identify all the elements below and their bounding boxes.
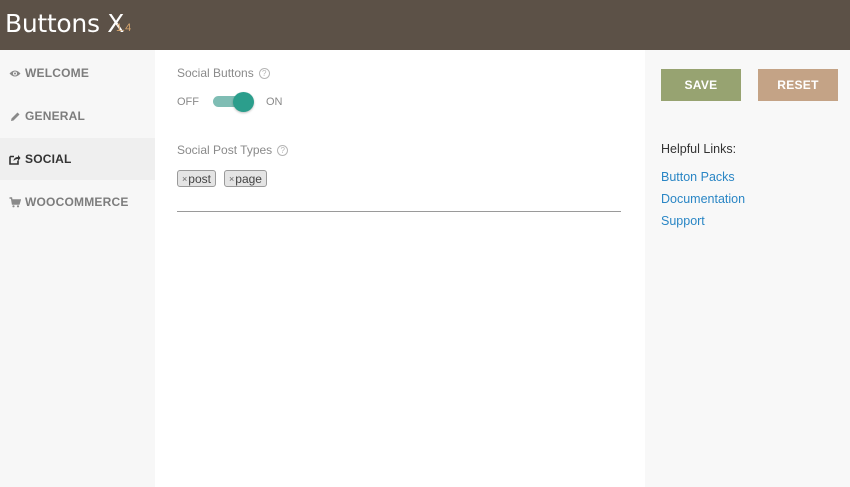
eye-icon: [8, 66, 22, 80]
app-title: Buttons X: [5, 9, 125, 38]
post-type-tag: × page: [224, 170, 267, 187]
link-support[interactable]: Support: [661, 214, 705, 228]
tag-label: page: [235, 171, 262, 186]
toggle-knob[interactable]: [233, 92, 254, 112]
toggle-off-label: OFF: [177, 96, 199, 108]
sidebar-item-label: WELCOME: [25, 66, 90, 80]
pencil-icon: [8, 109, 22, 123]
help-icon[interactable]: ?: [258, 68, 270, 79]
reset-button[interactable]: RESET: [758, 69, 838, 101]
remove-tag-icon[interactable]: ×: [229, 174, 234, 184]
top-bar: Buttons X 1.4: [0, 0, 850, 50]
help-icon[interactable]: ?: [277, 145, 289, 156]
save-button[interactable]: SAVE: [661, 69, 741, 101]
post-types-field-label: Social Post Types?: [177, 143, 289, 157]
sidebar-item-social[interactable]: SOCIAL: [0, 138, 155, 180]
sidebar-item-woocommerce[interactable]: WOOCOMMERCE: [0, 181, 155, 223]
app-version: 1.4: [116, 22, 132, 34]
post-types-input[interactable]: [177, 211, 621, 212]
sidebar-item-general[interactable]: GENERAL: [0, 95, 155, 137]
link-documentation[interactable]: Documentation: [661, 192, 745, 206]
post-type-tag: × post: [177, 170, 216, 187]
tag-label: post: [188, 171, 211, 186]
right-panel: [645, 50, 850, 487]
cart-icon: [8, 195, 22, 209]
sidebar-item-label: SOCIAL: [25, 152, 72, 166]
helpful-links-title: Helpful Links:: [661, 142, 737, 156]
toggle-on-label: ON: [266, 96, 283, 108]
share-icon: [8, 152, 22, 166]
social-buttons-field-label: Social Buttons?: [177, 66, 270, 80]
post-types-label: Social Post Types: [177, 143, 273, 157]
remove-tag-icon[interactable]: ×: [182, 174, 187, 184]
social-buttons-label: Social Buttons: [177, 66, 254, 80]
sidebar-item-label: WOOCOMMERCE: [25, 195, 129, 209]
link-button-packs[interactable]: Button Packs: [661, 170, 735, 184]
sidebar-item-welcome[interactable]: WELCOME: [0, 52, 155, 94]
settings-main-panel: [155, 50, 645, 487]
sidebar-item-label: GENERAL: [25, 109, 86, 123]
